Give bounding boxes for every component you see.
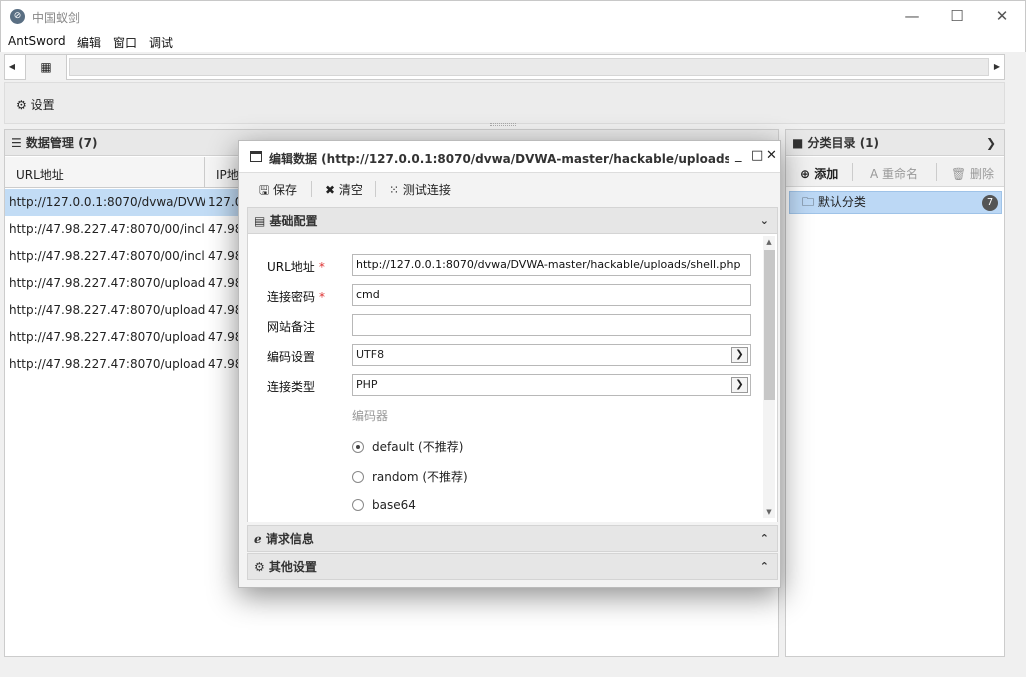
settings-button[interactable]: ⚙ 设置: [16, 96, 55, 113]
section-other-settings[interactable]: ⚙ 其他设置 ⌃: [247, 553, 778, 580]
section-other-label: ⚙ 其他设置: [254, 560, 317, 574]
type-value: PHP: [356, 378, 378, 391]
scroll-thumb[interactable]: [764, 250, 775, 400]
url-label: URL地址 *: [267, 260, 325, 274]
category-item-label: 🗀 默认分类: [802, 195, 866, 209]
dialog-maximize-button[interactable]: □: [751, 148, 763, 163]
url-field[interactable]: http://127.0.0.1:8070/dvwa/DVWA-master/h…: [352, 254, 751, 276]
menu-edit[interactable]: 编辑: [77, 34, 101, 51]
menu-antsword[interactable]: AntSword: [8, 34, 66, 48]
row-url: http://47.98.227.47:8070/upload/: [9, 303, 205, 317]
grid-icon: ▦: [40, 60, 52, 74]
type-label: 连接类型: [267, 380, 316, 394]
chevron-down-icon: ❯: [731, 377, 748, 393]
tab-strip: [69, 58, 989, 76]
maximize-button[interactable]: ☐: [942, 5, 972, 27]
radio-icon: [352, 499, 364, 511]
toolbar-divider: [311, 181, 312, 197]
dialog-toolbar: 🖫 保存 ✖ 清空 ⁙ 测试连接: [247, 175, 779, 203]
category-panel: ■ 分类目录 (1) ❯ ⊕ 添加 A 重命名 🗑 删除 🗀 默认分类 7: [785, 129, 1005, 657]
password-label: 连接密码 *: [267, 290, 326, 304]
note-field[interactable]: [352, 314, 751, 336]
menu-bar: AntSword 编辑 窗口 调试: [0, 30, 1026, 52]
scroll-up-icon[interactable]: ▲: [763, 236, 775, 248]
row-url: http://47.98.227.47:8070/upload/: [9, 357, 205, 371]
section-basic-config[interactable]: ▤ 基础配置 ⌄: [247, 207, 778, 234]
tab-scroll-right-icon[interactable]: ▶: [990, 55, 1004, 79]
edit-data-dialog: 编辑数据 (http://127.0.0.1:8070/dvwa/DVWA-ma…: [238, 140, 781, 588]
category-item-default[interactable]: 🗀 默认分类 7: [789, 191, 1002, 214]
test-connection-button[interactable]: ⁙ 测试连接: [389, 181, 451, 198]
section-request-label: ℯ 请求信息: [254, 532, 314, 546]
expand-chevron-icon[interactable]: ❯: [986, 130, 996, 156]
menu-window[interactable]: 窗口: [113, 34, 137, 51]
dialog-titlebar: 编辑数据 (http://127.0.0.1:8070/dvwa/DVWA-ma…: [239, 141, 780, 173]
basic-config-form: URL地址 * http://127.0.0.1:8070/dvwa/DVWA-m…: [247, 234, 778, 522]
delete-category-button[interactable]: 🗑 删除: [951, 165, 994, 182]
chevron-up-icon: ⌃: [759, 532, 769, 545]
encoder-label: 编码器: [352, 409, 389, 423]
note-label: 网站备注: [267, 320, 316, 334]
rename-category-button[interactable]: A 重命名: [870, 165, 918, 182]
minimize-button[interactable]: —: [897, 5, 927, 27]
encoder-option-random[interactable]: random (不推荐): [352, 468, 468, 485]
form-scrollbar[interactable]: ▲ ▼: [763, 236, 775, 518]
add-category-button[interactable]: ⊕ 添加: [800, 165, 838, 182]
required-mark: *: [319, 290, 326, 304]
menu-debug[interactable]: 调试: [149, 34, 173, 51]
scroll-down-icon[interactable]: ▼: [763, 506, 775, 518]
window-icon: [250, 151, 262, 162]
encoding-select[interactable]: UTF8 ❯: [352, 344, 751, 366]
category-panel-title: ■ 分类目录 (1) ❯: [786, 130, 1004, 156]
chevron-up-icon: ⌃: [759, 560, 769, 573]
window-titlebar: ⊘ 中国蚁剑 — ☐ ✕: [0, 0, 1026, 30]
column-divider[interactable]: [204, 157, 205, 187]
chevron-down-icon: ❯: [731, 347, 748, 363]
row-url: http://127.0.0.1:8070/dvwa/DVWA: [9, 195, 205, 209]
tab-bar: ◀ ▦ ▶: [4, 54, 1005, 80]
section-request-info[interactable]: ℯ 请求信息 ⌃: [247, 525, 778, 552]
column-url[interactable]: URL地址: [16, 166, 64, 183]
radio-selected-icon: [352, 441, 364, 453]
chevron-down-icon: ⌄: [759, 214, 769, 227]
resize-grip[interactable]: [490, 123, 516, 126]
category-toolbar: ⊕ 添加 A 重命名 🗑 删除: [786, 157, 1004, 187]
encoder-option-default[interactable]: default (不推荐): [352, 438, 463, 455]
tab-home[interactable]: ▦: [25, 55, 67, 80]
category-title-text: ■ 分类目录 (1): [792, 136, 880, 150]
required-mark: *: [318, 260, 325, 274]
encoding-value: UTF8: [356, 348, 385, 361]
type-select[interactable]: PHP ❯: [352, 374, 751, 396]
antsword-logo-icon: ⊘: [10, 9, 25, 24]
encoder-option-base64[interactable]: base64: [352, 498, 416, 512]
row-url: http://47.98.227.47:8070/00/inclu: [9, 222, 205, 236]
password-field[interactable]: cmd: [352, 284, 751, 306]
clear-button[interactable]: ✖ 清空: [325, 181, 363, 198]
section-basic-label: ▤ 基础配置: [254, 214, 318, 228]
dialog-close-button[interactable]: ✕: [766, 148, 777, 163]
tab-scroll-left-icon[interactable]: ◀: [5, 55, 19, 79]
row-url: http://47.98.227.47:8070/upload/: [9, 276, 205, 290]
close-window-button[interactable]: ✕: [987, 5, 1017, 27]
dialog-title: 编辑数据 (http://127.0.0.1:8070/dvwa/DVWA-ma…: [269, 152, 729, 166]
toolbar-divider: [375, 181, 376, 197]
dialog-minimize-button[interactable]: _: [735, 148, 742, 163]
radio-icon: [352, 471, 364, 483]
row-url: http://47.98.227.47:8070/00/inclu: [9, 249, 205, 263]
category-count-badge: 7: [982, 195, 998, 211]
encoding-label: 编码设置: [267, 350, 316, 364]
toolbar-divider: [936, 163, 937, 181]
save-button[interactable]: 🖫 保存: [259, 181, 297, 202]
toolbar-divider: [852, 163, 853, 181]
window-title: 中国蚁剑: [32, 11, 81, 25]
main-toolbar: ⚙ 设置: [4, 82, 1005, 124]
row-url: http://47.98.227.47:8070/upload/: [9, 330, 205, 344]
